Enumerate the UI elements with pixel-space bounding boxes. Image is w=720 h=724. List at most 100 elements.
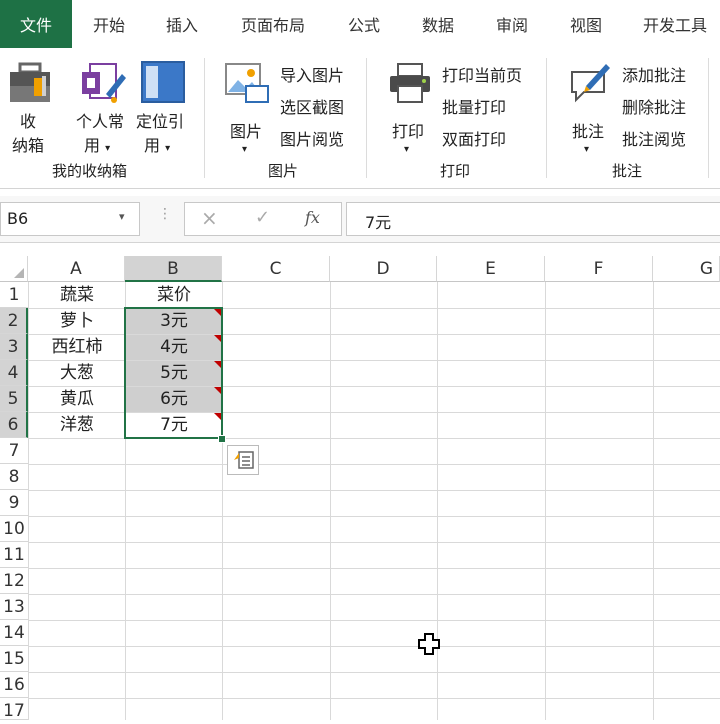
ribbon-separator: [708, 58, 709, 178]
select-all-corner[interactable]: [0, 256, 28, 282]
formula-bar-splitter-icon[interactable]: ⋮: [158, 206, 172, 222]
column-header-e[interactable]: E: [437, 256, 545, 282]
row-header-14[interactable]: 14: [0, 620, 28, 646]
grid-line: [28, 516, 720, 517]
tab-data[interactable]: 数据: [408, 0, 468, 48]
row-header-8[interactable]: 8: [0, 464, 28, 490]
tab-review[interactable]: 审阅: [482, 0, 542, 48]
column-header-a[interactable]: A: [28, 256, 125, 282]
insert-function-icon[interactable]: fx: [305, 208, 320, 227]
fill-handle[interactable]: [218, 435, 226, 443]
grid-line: [28, 568, 720, 569]
picture-preview-button[interactable]: 图片阅览: [280, 126, 344, 150]
enter-icon[interactable]: ✓: [255, 207, 270, 228]
locate-reference-icon: [141, 61, 185, 103]
column-header-b[interactable]: B: [125, 256, 222, 282]
grid-line: [28, 672, 720, 673]
row-header-10[interactable]: 10: [0, 516, 28, 542]
grid-line: [28, 464, 720, 465]
row-header-6[interactable]: 6: [0, 412, 28, 438]
delete-comment-button[interactable]: 删除批注: [622, 94, 686, 118]
column-header-g[interactable]: G: [653, 256, 720, 282]
grid-line: [28, 542, 720, 543]
storage-label-2: 纳箱: [12, 136, 45, 155]
grid-line: [28, 620, 720, 621]
row-header-12[interactable]: 12: [0, 568, 28, 594]
locate-reference-label-2: 用 ▾: [144, 136, 171, 155]
print-button[interactable]: 打印 ▾: [388, 58, 434, 155]
column-header-d[interactable]: D: [330, 256, 437, 282]
cell-a2[interactable]: 萝卜: [29, 309, 125, 334]
ribbon-separator: [546, 58, 547, 178]
column-header-c[interactable]: C: [222, 256, 330, 282]
cell-a3[interactable]: 西红柿: [29, 335, 125, 360]
storage-button[interactable]: 收 纳箱: [4, 58, 56, 155]
formula-bar: B6 ▾ ⋮ × ✓ fx 7元: [0, 196, 720, 243]
personal-common-label-1: 个人常: [76, 112, 125, 131]
formula-input-value: 7元: [365, 213, 392, 232]
tab-insert[interactable]: 插入: [152, 0, 212, 48]
group-label-storage: 我的收纳箱: [52, 162, 128, 180]
picture-icon: [225, 63, 269, 103]
formula-input[interactable]: 7元: [346, 202, 720, 236]
locate-reference-label-1: 定位引: [136, 112, 185, 131]
tab-view[interactable]: 视图: [556, 0, 616, 48]
row-header-3[interactable]: 3: [0, 334, 28, 360]
grid-line: [653, 282, 654, 720]
row-header-16[interactable]: 16: [0, 672, 28, 698]
cell-a4[interactable]: 大葱: [29, 361, 125, 386]
cell-a6[interactable]: 洋葱: [29, 413, 125, 438]
print-label: 打印: [392, 122, 425, 141]
grid-line: [330, 282, 331, 720]
row-header-15[interactable]: 15: [0, 646, 28, 672]
printer-icon: [390, 63, 430, 103]
ribbon-separator: [204, 58, 205, 178]
region-screenshot-button[interactable]: 选区截图: [280, 94, 344, 118]
row-header-17[interactable]: 17: [0, 698, 28, 721]
quick-analysis-button[interactable]: [227, 445, 259, 475]
import-picture-button[interactable]: 导入图片: [280, 62, 344, 86]
comment-dropdown-arrow: ▾: [584, 144, 590, 155]
cancel-icon[interactable]: ×: [201, 206, 218, 230]
batch-print-button[interactable]: 批量打印: [442, 94, 506, 118]
personal-common-icon: [82, 63, 126, 103]
group-label-print: 打印: [440, 162, 471, 180]
row-header-7[interactable]: 7: [0, 438, 28, 464]
cell-b1[interactable]: 菜价: [126, 283, 222, 308]
duplex-print-button[interactable]: 双面打印: [442, 126, 506, 150]
row-header-13[interactable]: 13: [0, 594, 28, 620]
tab-home[interactable]: 开始: [80, 0, 138, 48]
ribbon-separator: [366, 58, 367, 178]
locate-reference-button[interactable]: 定位引 用 ▾: [134, 58, 194, 155]
personal-common-button[interactable]: 个人常 用 ▾: [72, 58, 134, 155]
formula-controls: × ✓ fx: [184, 202, 342, 236]
grid-line: [28, 646, 720, 647]
cell-a1[interactable]: 蔬菜: [29, 283, 125, 308]
row-header-2[interactable]: 2: [0, 308, 28, 334]
ribbon: 收 纳箱 个人常 用 ▾ 定位引 用 ▾ 我的收纳箱 图片 ▾ 导入图片 选区截…: [0, 48, 720, 189]
row-header-5[interactable]: 5: [0, 386, 28, 412]
tab-formulas[interactable]: 公式: [334, 0, 394, 48]
cross-cursor-icon: [418, 633, 440, 655]
comment-preview-button[interactable]: 批注阅览: [622, 126, 686, 150]
row-header-4[interactable]: 4: [0, 360, 28, 386]
comment-pen-icon: [571, 64, 610, 103]
row-header-1[interactable]: 1: [0, 282, 28, 308]
toolbox-icon: [10, 62, 50, 102]
cell-a5[interactable]: 黄瓜: [29, 387, 125, 412]
chevron-down-icon[interactable]: ▾: [119, 210, 125, 223]
print-current-page-button[interactable]: 打印当前页: [442, 62, 522, 86]
tab-developer[interactable]: 开发工具: [630, 0, 720, 48]
grid-line: [28, 698, 720, 699]
name-box[interactable]: B6 ▾: [0, 202, 140, 236]
row-header-11[interactable]: 11: [0, 542, 28, 568]
tab-page-layout[interactable]: 页面布局: [230, 0, 316, 48]
row-header-9[interactable]: 9: [0, 490, 28, 516]
ribbon-tab-bar: 文件 开始 插入 页面布局 公式 数据 审阅 视图 开发工具: [0, 0, 720, 48]
column-header-f[interactable]: F: [545, 256, 653, 282]
tab-file[interactable]: 文件: [0, 0, 72, 48]
comment-button[interactable]: 批注 ▾: [566, 58, 614, 155]
add-comment-button[interactable]: 添加批注: [622, 62, 686, 86]
worksheet-grid: A B C D E F G 1 2 3 4 5 6 7 8 9 10 11 12…: [0, 256, 720, 721]
picture-button[interactable]: 图片 ▾: [222, 58, 272, 155]
